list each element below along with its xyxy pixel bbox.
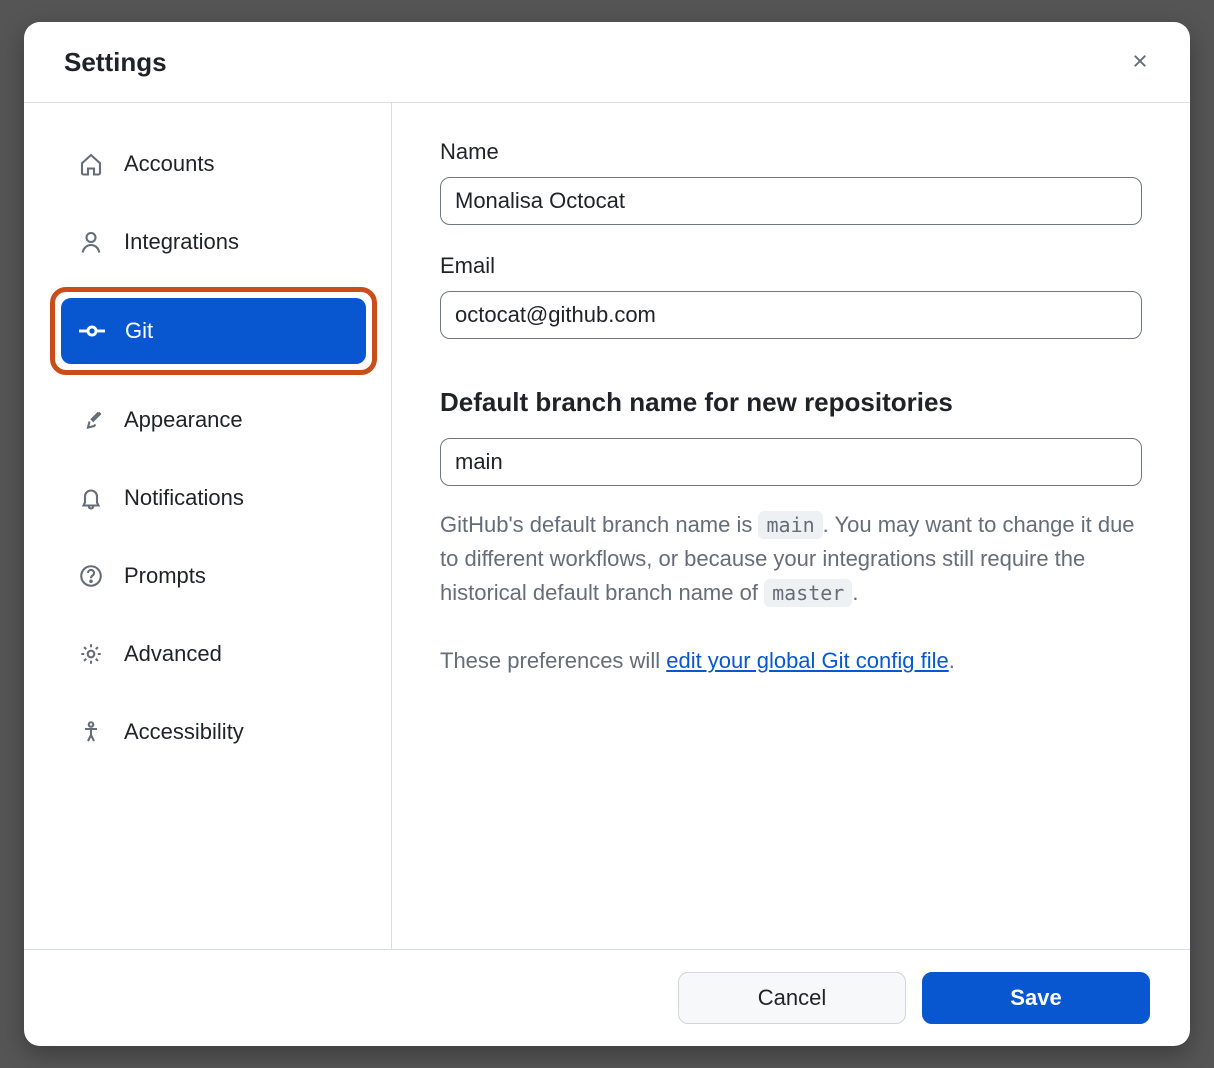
accessibility-icon: [78, 719, 104, 745]
dialog-title: Settings: [64, 47, 167, 78]
sidebar-item-label: Integrations: [124, 229, 239, 255]
name-input[interactable]: [440, 177, 1142, 225]
home-icon: [78, 151, 104, 177]
sidebar-item-label: Notifications: [124, 485, 244, 511]
sidebar-item-label: Accessibility: [124, 719, 244, 745]
edit-config-link[interactable]: edit your global Git config file: [666, 648, 949, 673]
sidebar-item-notifications[interactable]: Notifications: [60, 465, 367, 531]
sidebar-item-label: Advanced: [124, 641, 222, 667]
code-master: master: [764, 579, 852, 607]
name-label: Name: [440, 139, 1142, 165]
branch-heading: Default branch name for new repositories: [440, 387, 1142, 418]
person-icon: [78, 229, 104, 255]
sidebar-item-prompts[interactable]: Prompts: [60, 543, 367, 609]
question-icon: [78, 563, 104, 589]
sidebar-item-accounts[interactable]: Accounts: [60, 131, 367, 197]
cancel-button[interactable]: Cancel: [678, 972, 906, 1024]
content: Name Email Default branch name for new r…: [392, 103, 1190, 949]
save-button[interactable]: Save: [922, 972, 1150, 1024]
bell-icon: [78, 485, 104, 511]
sidebar-item-label: Git: [125, 318, 153, 344]
gear-icon: [78, 641, 104, 667]
branch-help-text: GitHub's default branch name is main. Yo…: [440, 508, 1142, 610]
dialog-header: Settings: [24, 22, 1190, 103]
sidebar-item-label: Appearance: [124, 407, 243, 433]
email-label: Email: [440, 253, 1142, 279]
config-help-text: These preferences will edit your global …: [440, 644, 1142, 678]
sidebar-item-advanced[interactable]: Advanced: [60, 621, 367, 687]
email-input[interactable]: [440, 291, 1142, 339]
paintbrush-icon: [78, 407, 104, 433]
sidebar-item-integrations[interactable]: Integrations: [60, 209, 367, 275]
sidebar-item-accessibility[interactable]: Accessibility: [60, 699, 367, 765]
close-icon: [1130, 51, 1150, 74]
sidebar-item-label: Accounts: [124, 151, 215, 177]
dialog-footer: Cancel Save: [24, 949, 1190, 1046]
git-commit-icon: [79, 318, 105, 344]
branch-input[interactable]: [440, 438, 1142, 486]
code-main: main: [758, 511, 822, 539]
sidebar-item-appearance[interactable]: Appearance: [60, 387, 367, 453]
settings-dialog: Settings Accounts Integrations: [24, 22, 1190, 1046]
sidebar: Accounts Integrations Git: [24, 103, 392, 949]
sidebar-item-label: Prompts: [124, 563, 206, 589]
close-button[interactable]: [1122, 44, 1158, 80]
sidebar-item-git[interactable]: Git: [61, 298, 366, 364]
highlight-box: Git: [50, 287, 377, 375]
